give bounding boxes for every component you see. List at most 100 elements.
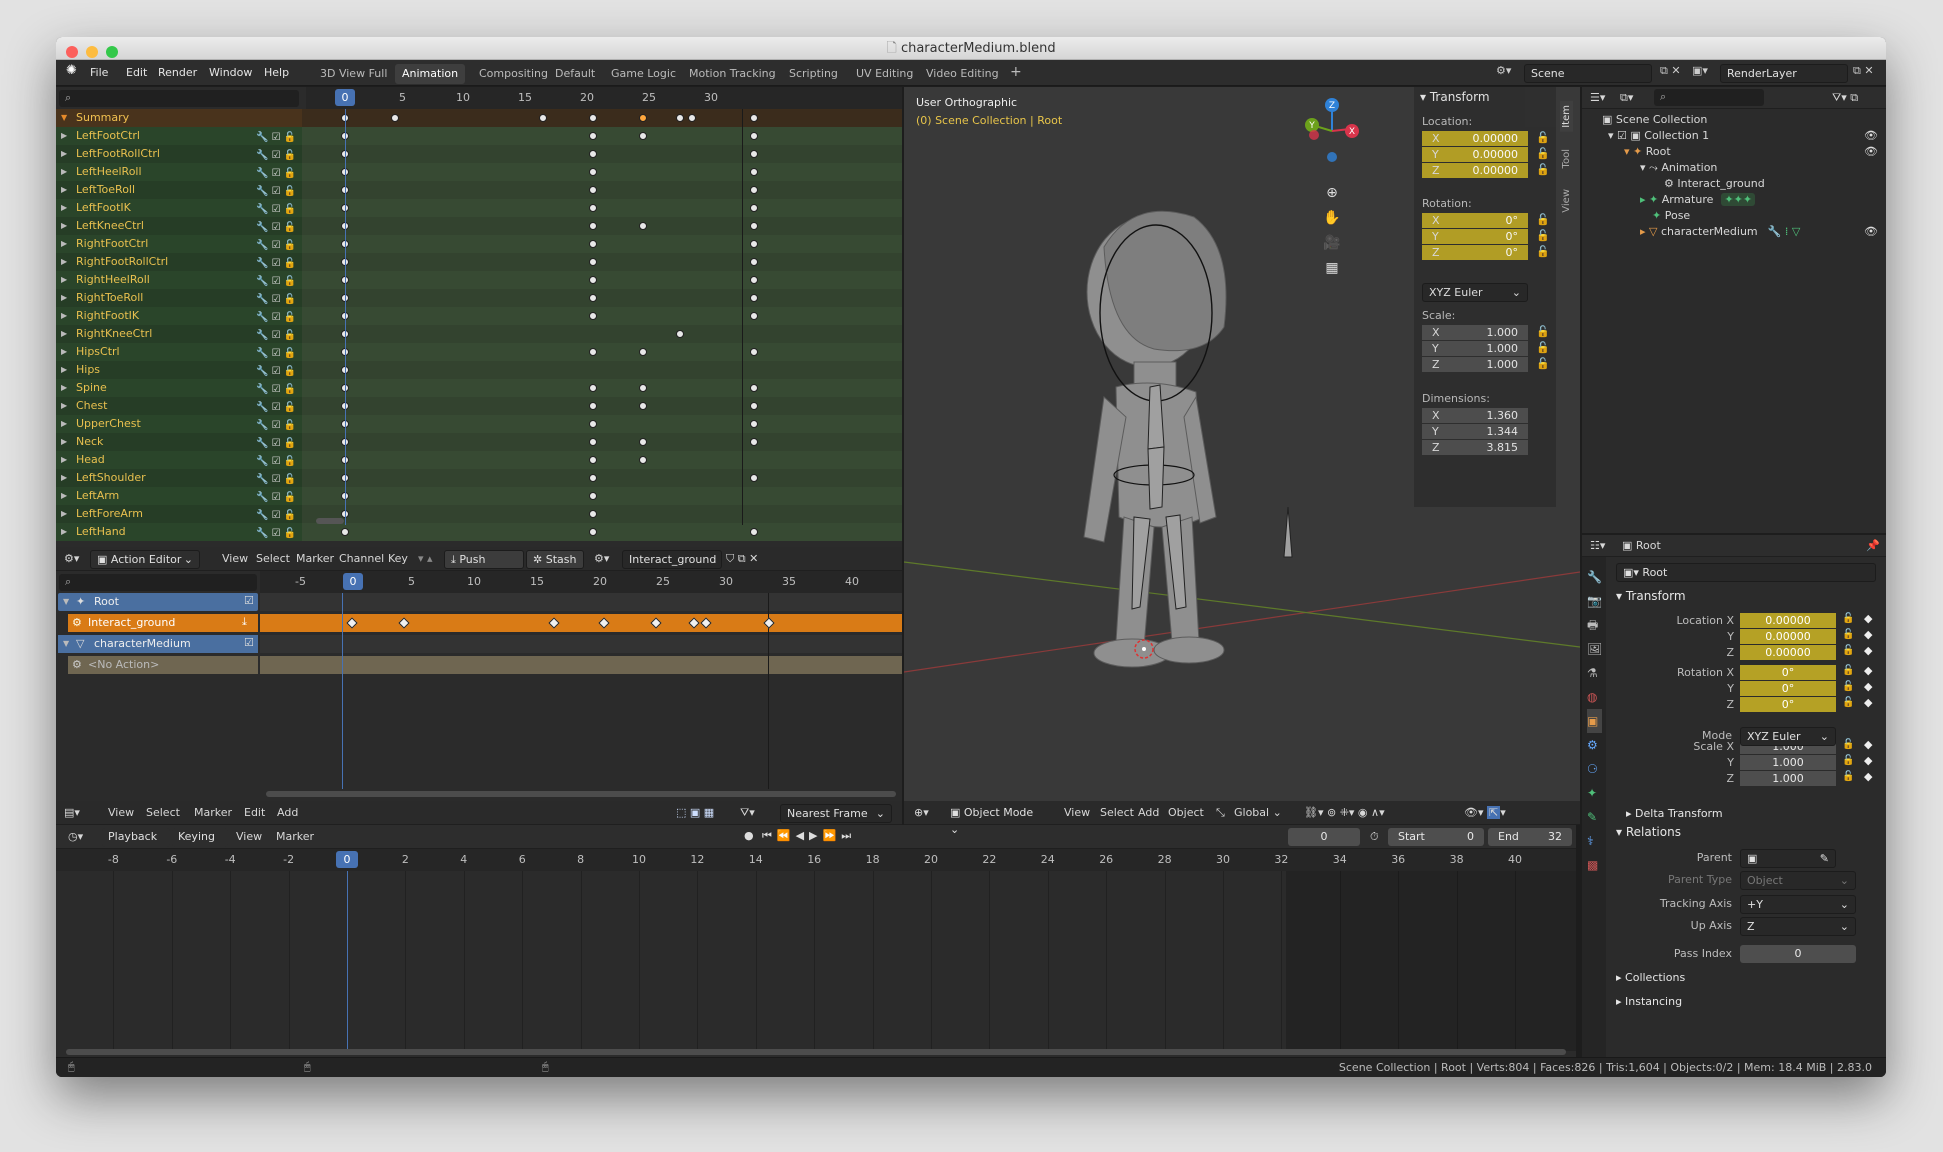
expand-icon[interactable]: ▾ ☑ ▣ bbox=[1608, 129, 1644, 142]
workspace-tab-animation[interactable]: Animation bbox=[395, 64, 466, 84]
editor-type-icon[interactable]: ⊕▾ bbox=[914, 804, 929, 822]
parent-type-selector[interactable]: Object ⌄ bbox=[1740, 871, 1856, 890]
channel-header[interactable]: ▶ LeftToeRoll 🔧 ☑ 🔓 bbox=[56, 181, 302, 199]
menu-file[interactable]: File bbox=[90, 66, 108, 79]
keyframe[interactable] bbox=[589, 258, 597, 266]
physics-tab-icon[interactable]: ✦ bbox=[1587, 781, 1602, 805]
menu-select[interactable]: Select bbox=[256, 550, 290, 568]
menu-marker[interactable]: Marker bbox=[296, 550, 334, 568]
keyframe[interactable] bbox=[589, 132, 597, 140]
workspace-tab-scripting[interactable]: Scripting bbox=[782, 64, 845, 84]
keyframe[interactable] bbox=[688, 114, 697, 122]
collections-section[interactable]: ▸ Collections bbox=[1616, 971, 1685, 984]
keyframe[interactable] bbox=[589, 204, 597, 212]
keyframe-diamond-icon[interactable]: ◆ bbox=[1864, 770, 1872, 783]
zoom-window-button[interactable] bbox=[106, 46, 118, 58]
channel-header[interactable]: ▶ RightKneeCtrl 🔧 ☑ 🔓 bbox=[56, 325, 302, 343]
timeline-editor[interactable]: -8 -6 -4 -2 2 4 6 8 10 12 14 16 18 20 22 24 26 28 30 32 34 36… bbox=[56, 849, 1576, 1057]
outliner-armature[interactable]: ▸ ✦ Armature ✦✦✦ bbox=[1640, 193, 1756, 206]
pass-index-field[interactable]: 0 bbox=[1740, 945, 1856, 963]
menu-view[interactable]: View bbox=[222, 550, 248, 568]
workspace-tab-video-editing[interactable]: Video Editing bbox=[919, 64, 1006, 84]
channel-header[interactable]: ▶ RightFootCtrl 🔧 ☑ 🔓 bbox=[56, 235, 302, 253]
lock-icon[interactable]: 🔓 bbox=[1842, 681, 1854, 692]
channel-header[interactable]: ▶ Head 🔧 ☑ 🔓 bbox=[56, 451, 302, 469]
pan-hand-icon[interactable]: ✋ bbox=[1322, 206, 1342, 231]
visibility-eye-icon[interactable]: 👁 bbox=[1864, 225, 1878, 238]
lock-icon[interactable]: 🔓 bbox=[1536, 229, 1550, 242]
editor-type-icon[interactable]: ▤▾ bbox=[64, 804, 80, 822]
start-frame-field[interactable]: Start 0 bbox=[1388, 828, 1484, 846]
keyframe[interactable] bbox=[341, 528, 349, 536]
keyframe[interactable] bbox=[589, 420, 597, 428]
channel-row[interactable]: ▶ RightFootIK 🔧 ☑ 🔓 bbox=[56, 307, 902, 325]
selection-tools-icon[interactable]: ⬚ ▣ ▦ bbox=[676, 804, 714, 822]
transform-rotation-z-field[interactable]: Z 0° bbox=[1422, 245, 1528, 260]
keyframe[interactable] bbox=[750, 240, 759, 248]
channel-header[interactable]: ▶ LeftShoulder 🔧 ☑ 🔓 bbox=[56, 469, 302, 487]
nla-mesh-track[interactable]: ▼ ▽ characterMedium ☑ bbox=[58, 635, 258, 653]
new-scene-icon[interactable]: ⧉ ✕ bbox=[1660, 64, 1681, 78]
keyframe[interactable] bbox=[589, 438, 597, 446]
keyframe[interactable] bbox=[638, 222, 647, 230]
prop-location-field-1[interactable]: 0.00000 bbox=[1740, 629, 1836, 644]
channel-header[interactable]: ▶ LeftHand 🔧 ☑ 🔓 bbox=[56, 523, 302, 541]
keyframe[interactable] bbox=[750, 384, 759, 392]
outliner-action[interactable]: ⚙ Interact_ground bbox=[1664, 177, 1765, 190]
outliner-pose[interactable]: ✦ Pose bbox=[1652, 209, 1690, 222]
particles-tab-icon[interactable]: ⚆ bbox=[1587, 757, 1602, 781]
keyframe[interactable] bbox=[750, 132, 759, 140]
pin-icon[interactable]: 📌 bbox=[1866, 537, 1880, 555]
disclosure-icon[interactable]: ▼ bbox=[63, 597, 69, 606]
object-data-tab-icon[interactable]: ⚕ bbox=[1587, 829, 1602, 853]
lock-icon[interactable]: 🔓 bbox=[1536, 147, 1550, 160]
preview-range-icon[interactable]: ⏱ bbox=[1370, 828, 1379, 846]
transform-location-x-field[interactable]: X 0.00000 bbox=[1422, 131, 1528, 146]
prop-scale-field-2[interactable]: 1.000 bbox=[1740, 771, 1836, 786]
relations-section[interactable]: ▾ Relations bbox=[1616, 825, 1681, 839]
action-selector[interactable]: Interact_ground bbox=[622, 550, 722, 569]
keyframe[interactable] bbox=[539, 114, 548, 122]
keyframe[interactable] bbox=[638, 114, 647, 122]
keyframe[interactable] bbox=[638, 402, 647, 410]
scene-tab-icon[interactable]: ⚗ bbox=[1587, 661, 1602, 685]
prop-rotation-field-0[interactable]: 0° bbox=[1740, 665, 1836, 680]
keyframe[interactable] bbox=[589, 312, 597, 320]
channel-row[interactable]: ▶ Chest 🔧 ☑ 🔓 bbox=[56, 397, 902, 415]
tab-item[interactable]: Item bbox=[1560, 101, 1573, 132]
channel-row[interactable]: ▶ RightFootRollCtrl 🔧 ☑ 🔓 bbox=[56, 253, 902, 271]
channel-row[interactable]: ▶ LeftToeRoll 🔧 ☑ 🔓 bbox=[56, 181, 902, 199]
playback-menu[interactable]: Playback ⌄ bbox=[102, 828, 170, 860]
menu-view[interactable]: View bbox=[1064, 804, 1090, 822]
channel-header[interactable]: ▶ LeftFootRollCtrl 🔧 ☑ 🔓 bbox=[56, 145, 302, 163]
zoom-icon[interactable]: ⊕ bbox=[1322, 181, 1342, 206]
dopesheet-mode-selector[interactable]: ▣ Action Editor ⌄ bbox=[90, 550, 200, 569]
menu-marker[interactable]: Marker bbox=[276, 828, 314, 846]
navigation-gizmo[interactable]: Z X Y bbox=[1302, 95, 1362, 175]
channel-row[interactable]: ▶ UpperChest 🔧 ☑ 🔓 bbox=[56, 415, 902, 433]
keyframe[interactable] bbox=[750, 276, 759, 284]
grid-icon[interactable]: ▦ bbox=[1322, 256, 1342, 281]
keyframe[interactable] bbox=[390, 114, 399, 122]
dopesheet-ruler[interactable]: 0 5 10 15 20 25 30 bbox=[306, 87, 902, 109]
lock-icon[interactable]: 🔓 bbox=[1842, 755, 1854, 766]
transform-section[interactable]: ▾ Transform bbox=[1616, 589, 1686, 603]
transform-location-y-field[interactable]: Y 0.00000 bbox=[1422, 147, 1528, 162]
prop-scale-field-1[interactable]: 1.000 bbox=[1740, 755, 1836, 770]
transform-location-z-field[interactable]: Z 0.00000 bbox=[1422, 163, 1528, 178]
channel-header[interactable]: ▶ RightFootRollCtrl 🔧 ☑ 🔓 bbox=[56, 253, 302, 271]
menu-help[interactable]: Help bbox=[264, 66, 289, 79]
channel-row[interactable]: ▶ Head 🔧 ☑ 🔓 bbox=[56, 451, 902, 469]
editor-type-icon[interactable]: ⚙▾ bbox=[64, 550, 79, 568]
channel-row[interactable]: ▶ LeftFootIK 🔧 ☑ 🔓 bbox=[56, 199, 902, 217]
menu-add[interactable]: Add bbox=[1138, 804, 1159, 822]
overlay-icon[interactable]: 👁▾ ⇱ ▾ bbox=[1464, 804, 1506, 822]
lock-icon[interactable]: 🔓 bbox=[1842, 665, 1854, 676]
nla-action-line[interactable]: ⚙ Interact_ground ⤓ bbox=[68, 614, 258, 632]
channel-row[interactable]: ▶ Spine 🔧 ☑ 🔓 bbox=[56, 379, 902, 397]
delta-transform-section[interactable]: ▸ Delta Transform bbox=[1626, 807, 1723, 820]
lock-icon[interactable]: 🔓 bbox=[1536, 357, 1550, 370]
camera-icon[interactable]: 🎥 bbox=[1322, 231, 1342, 256]
transform-scale-z-field[interactable]: Z 1.000 bbox=[1422, 357, 1528, 372]
gizmo-toggle-icon[interactable]: ⇱ bbox=[1486, 806, 1501, 819]
